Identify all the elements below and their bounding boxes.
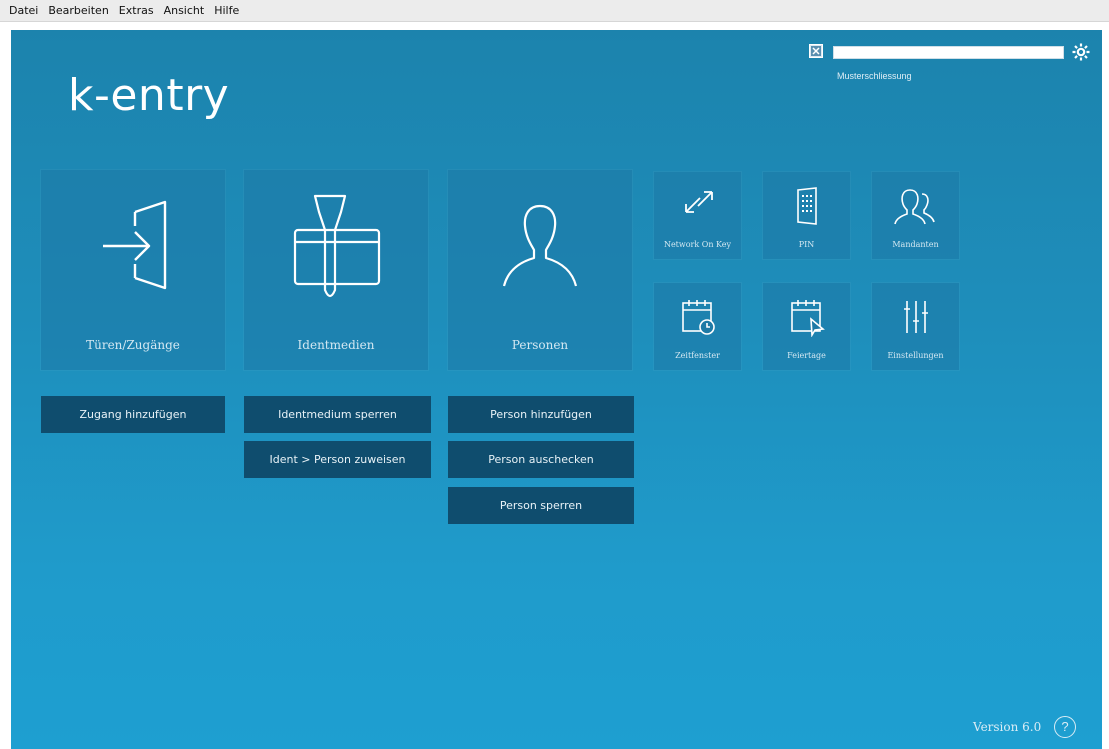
clients-icon: [872, 186, 959, 226]
tile-label: Mandanten: [892, 240, 939, 249]
identmedium-sperren-button[interactable]: Identmedium sperren: [244, 396, 431, 433]
menu-bearbeiten[interactable]: Bearbeiten: [43, 4, 113, 17]
menu-extras[interactable]: Extras: [114, 4, 159, 17]
menu-datei[interactable]: Datei: [4, 4, 43, 17]
ident-person-zuweisen-button[interactable]: Ident > Person zuweisen: [244, 441, 431, 478]
tile-network-on-key[interactable]: Network On Key: [654, 172, 741, 259]
person-sperren-button[interactable]: Person sperren: [448, 487, 634, 524]
person-hinzufuegen-button[interactable]: Person hinzufügen: [448, 396, 634, 433]
keycard-icon: [244, 190, 428, 310]
lock-select-field[interactable]: [833, 46, 1064, 59]
tile-label: PIN: [798, 240, 815, 249]
tile-label: Zeitfenster: [675, 351, 720, 360]
tile-label: Identmedien: [297, 338, 375, 352]
tile-zeitfenster[interactable]: Zeitfenster: [654, 283, 741, 370]
gear-icon[interactable]: [1071, 42, 1091, 62]
tile-feiertage[interactable]: Feiertage: [763, 283, 850, 370]
person-auschecken-button[interactable]: Person auschecken: [448, 441, 634, 478]
app-brand: k-entry: [68, 70, 230, 121]
tile-einstellungen[interactable]: Einstellungen: [872, 283, 959, 370]
help-icon[interactable]: ?: [1054, 716, 1076, 738]
lock-status-icon[interactable]: [809, 44, 823, 58]
lock-name-label: Musterschliessung: [837, 71, 912, 81]
tile-label: Feiertage: [787, 351, 826, 360]
tile-label: Network On Key: [663, 240, 732, 249]
sliders-icon: [872, 297, 959, 337]
tile-tueren-zugaenge[interactable]: Türen/Zugänge: [41, 170, 225, 370]
calendar-flag-icon: [763, 297, 850, 337]
tile-personen[interactable]: Personen: [448, 170, 632, 370]
menubar: Datei Bearbeiten Extras Ansicht Hilfe: [0, 0, 1109, 22]
person-icon: [448, 190, 632, 300]
menu-hilfe[interactable]: Hilfe: [209, 4, 244, 17]
tile-label: Einstellungen: [887, 351, 944, 360]
menu-ansicht[interactable]: Ansicht: [159, 4, 210, 17]
tile-mandanten[interactable]: Mandanten: [872, 172, 959, 259]
tile-pin[interactable]: PIN: [763, 172, 850, 259]
app-main: k-entry Musterschliessung Türen/Zugänge …: [11, 30, 1102, 749]
door-enter-icon: [41, 190, 225, 300]
lock-selector: Musterschliessung: [809, 42, 1091, 94]
version-label: Version 6.0: [973, 720, 1042, 734]
calendar-clock-icon: [654, 297, 741, 337]
network-arrows-icon: [654, 186, 741, 218]
keypad-icon: [763, 186, 850, 226]
zugang-hinzufuegen-button[interactable]: Zugang hinzufügen: [41, 396, 225, 433]
tile-label: Personen: [511, 338, 569, 352]
tile-identmedien[interactable]: Identmedien: [244, 170, 428, 370]
tile-label: Türen/Zugänge: [86, 338, 180, 352]
